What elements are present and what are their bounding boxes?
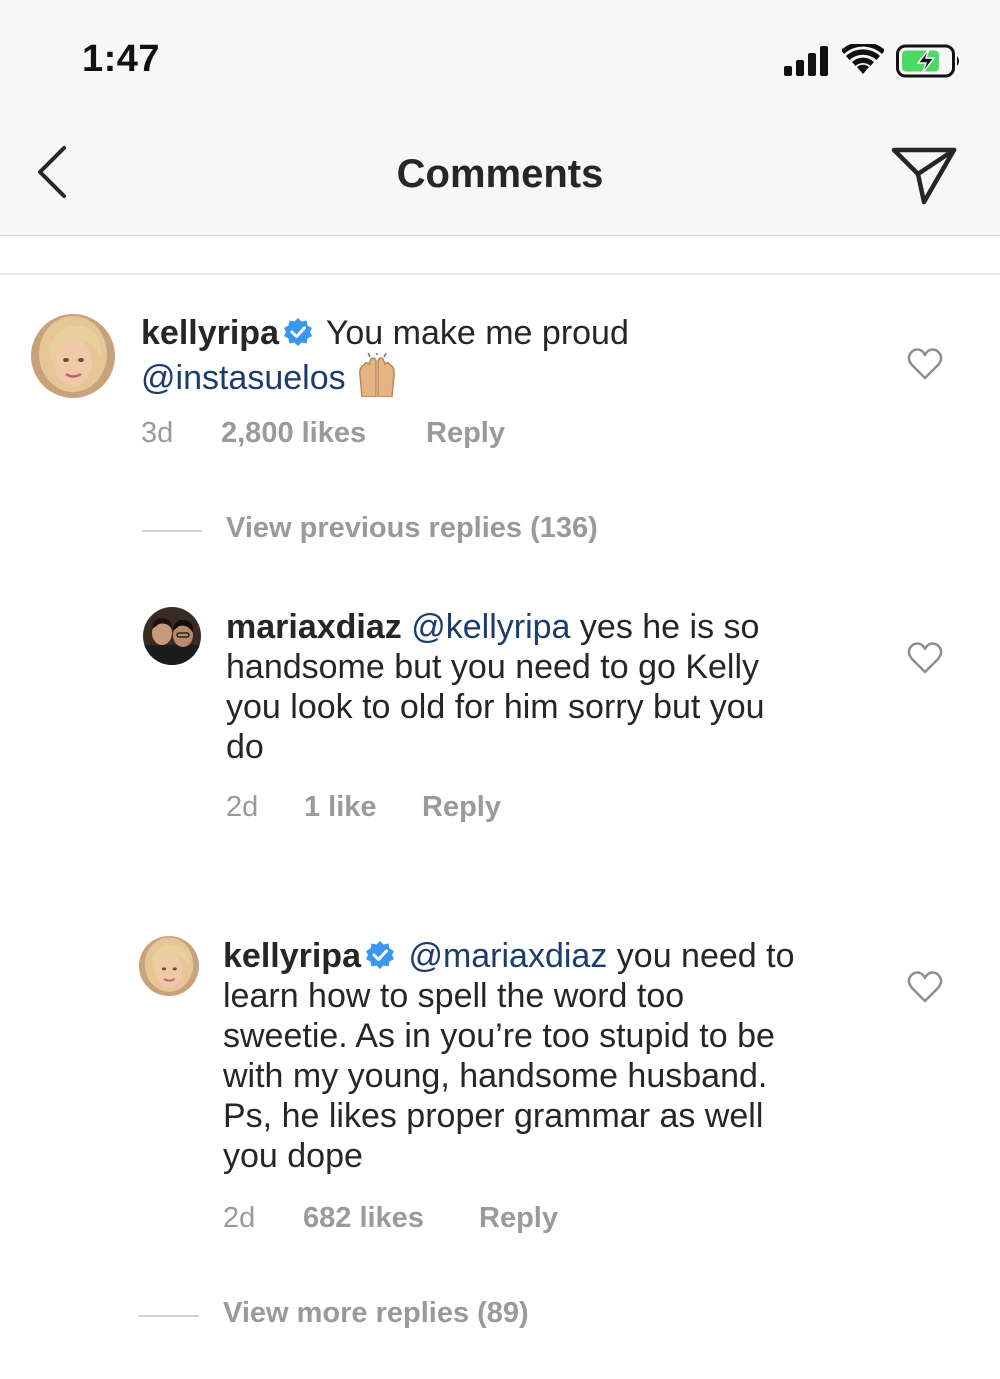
paper-plane-icon[interactable] [888,142,960,208]
view-previous-replies: View previous replies (136) [142,512,702,548]
comment-body: You make me proud [325,314,629,352]
status-time: 1:47 [82,38,161,80]
reply-meta: 2d 682 likes Reply [223,1202,623,1238]
view-previous-replies-button[interactable]: View previous replies (136) [226,512,598,545]
reply-body: you dope [223,1137,363,1175]
reply-button[interactable]: Reply [426,417,505,450]
comment-text: kellyripa You make me proud @instasuelos [141,313,841,398]
mention-link[interactable]: @instasuelos [141,359,346,397]
nav-bar: Comments [0,120,1000,236]
reply-body: yes he is so [579,608,760,646]
view-more-replies: View more replies (89) [139,1297,639,1333]
reply-body: with my young, handsome husband. [223,1057,768,1095]
heart-icon[interactable] [907,348,943,380]
reply-body: you need to [616,937,795,975]
thread-dash [142,530,202,532]
mention-link[interactable]: @mariaxdiaz [408,937,607,975]
page-title: Comments [396,152,604,196]
likes-count[interactable]: 682 likes [303,1202,424,1235]
reply-body: do [226,728,264,766]
heart-icon[interactable] [907,642,943,674]
avatar[interactable] [31,314,115,398]
reply-button[interactable]: Reply [479,1202,558,1235]
divider [0,273,1000,275]
avatar[interactable] [143,607,201,665]
view-more-replies-button[interactable]: View more replies (89) [223,1297,529,1330]
comment-meta: 3d 2,800 likes Reply [141,417,641,453]
wifi-icon [842,44,884,74]
likes-count[interactable]: 1 like [304,791,377,824]
signal-icon [784,46,828,76]
reply-text: kellyripa @mariaxdiaz you need to learn … [223,936,883,1176]
heart-icon[interactable] [907,971,943,1003]
reply-text: mariaxdiaz @kellyripa yes he is so hands… [226,607,866,767]
thread-dash [139,1315,199,1317]
reply-meta: 2d 1 like Reply [226,791,626,827]
battery-charging-icon [896,44,959,78]
reply-username[interactable]: mariaxdiaz [226,608,402,646]
mention-link[interactable]: @kellyripa [411,608,570,646]
reply-username[interactable]: kellyripa [223,937,361,975]
raising-hands-emoji [358,353,395,397]
comment-username[interactable]: kellyripa [141,314,279,352]
likes-count[interactable]: 2,800 likes [221,417,366,450]
reply-body: sweetie. As in you’re too stupid to be [223,1017,775,1055]
reply-age: 2d [223,1202,256,1234]
reply-body: you look to old for him sorry but you [226,688,765,726]
reply-button[interactable]: Reply [422,791,501,824]
verified-badge-icon [283,318,312,346]
comment-age: 3d [141,417,174,449]
reply-body: handsome but you need to go Kelly [226,648,760,686]
verified-badge-icon [365,941,394,969]
reply-age: 2d [226,791,259,823]
reply-body: learn how to spell the word too [223,977,685,1015]
avatar[interactable] [139,936,199,996]
reply-body: Ps, he likes proper grammar as well [223,1097,764,1135]
status-bar: 1:47 [0,0,1000,120]
